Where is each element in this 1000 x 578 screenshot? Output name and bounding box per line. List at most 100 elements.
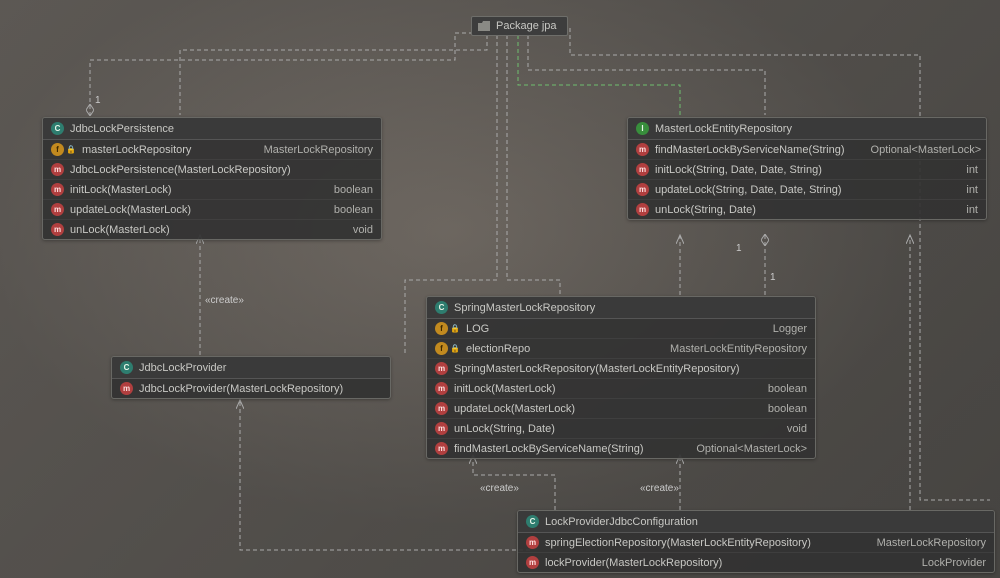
field-row: f🔒 electionRepo MasterLockEntityRepository: [427, 339, 815, 359]
member-name: JdbcLockPersistence(MasterLockRepository…: [70, 164, 373, 176]
method-icon: m: [636, 183, 649, 196]
member-type: Logger: [773, 323, 807, 335]
member-name: updateLock(MasterLock): [454, 403, 742, 415]
member-type: MasterLockRepository: [264, 144, 373, 156]
member-name: findMasterLockByServiceName(String): [655, 144, 845, 156]
method-icon: m: [435, 442, 448, 455]
method-row: mSpringMasterLockRepository(MasterLockEn…: [427, 359, 815, 379]
create-label: «create»: [205, 295, 244, 306]
method-icon: m: [51, 183, 64, 196]
method-icon: m: [120, 382, 133, 395]
method-icon: m: [435, 422, 448, 435]
method-row: m updateLock(String, Date, Date, String) i…: [628, 180, 986, 200]
member-type: LockProvider: [922, 557, 986, 569]
package-node[interactable]: Package jpa: [471, 16, 568, 36]
member-name: initLock(MasterLock): [70, 184, 308, 196]
member-type: void: [353, 224, 373, 236]
class-body: m springElectionRepository(MasterLockEnti…: [518, 533, 994, 572]
method-icon: m: [636, 203, 649, 216]
method-row: m updateLock(MasterLock) boolean: [427, 399, 815, 419]
class-jdbc-lock-persistence[interactable]: C JdbcLockPersistence f🔒masterLockReposi…: [42, 117, 382, 240]
member-type: MasterLockRepository: [877, 537, 986, 549]
lock-icon: 🔒: [450, 344, 460, 354]
class-title: SpringMasterLockRepository: [454, 302, 595, 314]
field-icon: f: [51, 143, 64, 156]
lock-icon: 🔒: [450, 324, 460, 334]
method-row: munLock(String, Date)int: [628, 200, 986, 219]
method-row: m findMasterLockByServiceName(String) Opti…: [427, 439, 815, 458]
class-header: C JdbcLockPersistence: [43, 118, 381, 140]
member-name: SpringMasterLockRepository(MasterLockEnt…: [454, 363, 807, 375]
method-row: m unLock(String, Date) void: [427, 419, 815, 439]
multiplicity-label: 1: [770, 272, 776, 283]
member-type: int: [966, 204, 978, 216]
class-header: C LockProviderJdbcConfiguration: [518, 511, 994, 533]
class-icon: C: [51, 122, 64, 135]
method-icon: m: [51, 223, 64, 236]
package-label: Package jpa: [496, 20, 557, 32]
field-icon: f: [435, 342, 448, 355]
class-icon: C: [435, 301, 448, 314]
class-body: m findMasterLockByServiceName(String) Opti…: [628, 140, 986, 219]
member-type: boolean: [768, 403, 807, 415]
member-name: JdbcLockProvider(MasterLockRepository): [139, 383, 382, 395]
method-row: m lockProvider(MasterLockRepository) LockP…: [518, 553, 994, 572]
field-row: f🔒 LOG Logger: [427, 319, 815, 339]
member-type: MasterLockEntityRepository: [670, 343, 807, 355]
method-row: m initLock(MasterLock) boolean: [427, 379, 815, 399]
multiplicity-label: 1: [736, 243, 742, 254]
member-type: void: [787, 423, 807, 435]
class-lock-provider-jdbc-configuration[interactable]: C LockProviderJdbcConfiguration m springE…: [517, 510, 995, 573]
create-label: «create»: [480, 483, 519, 494]
method-row: m springElectionRepository(MasterLockEnti…: [518, 533, 994, 553]
method-icon: m: [636, 143, 649, 156]
member-name: initLock(String, Date, Date, String): [655, 164, 940, 176]
member-name: updateLock(String, Date, Date, String): [655, 184, 940, 196]
interface-master-lock-entity-repository[interactable]: I MasterLockEntityRepository m findMaster…: [627, 117, 987, 220]
interface-icon: I: [636, 122, 649, 135]
method-icon: m: [51, 203, 64, 216]
multiplicity-label: 1: [95, 95, 101, 106]
class-body: f🔒masterLockRepositoryMasterLockReposito…: [43, 140, 381, 239]
class-body: f🔒 LOG Logger f🔒 electionRepo MasterLockEntit…: [427, 319, 815, 458]
class-spring-master-lock-repository[interactable]: C SpringMasterLockRepository f🔒 LOG Logger…: [426, 296, 816, 459]
class-jdbc-lock-provider[interactable]: C JdbcLockProvider m JdbcLockProvider(Mas…: [111, 356, 391, 399]
member-name: findMasterLockByServiceName(String): [454, 443, 670, 455]
method-icon: m: [435, 382, 448, 395]
method-row: m unLock(MasterLock) void: [43, 220, 381, 239]
field-icon: f: [435, 322, 448, 335]
class-title: LockProviderJdbcConfiguration: [545, 516, 698, 528]
class-title: MasterLockEntityRepository: [655, 123, 792, 135]
member-name: unLock(String, Date): [454, 423, 761, 435]
class-icon: C: [120, 361, 133, 374]
member-name: unLock(MasterLock): [70, 224, 327, 236]
method-icon: m: [636, 163, 649, 176]
method-row: m JdbcLockProvider(MasterLockRepository): [112, 379, 390, 398]
member-type: Optional<MasterLock>: [871, 144, 982, 156]
method-icon: m: [526, 556, 539, 569]
member-type: boolean: [334, 184, 373, 196]
method-row: minitLock(String, Date, Date, String)int: [628, 160, 986, 180]
member-name: updateLock(MasterLock): [70, 204, 308, 216]
class-header: C SpringMasterLockRepository: [427, 297, 815, 319]
member-name: springElectionRepository(MasterLockEntit…: [545, 537, 851, 549]
member-type: int: [966, 184, 978, 196]
member-type: Optional<MasterLock>: [696, 443, 807, 455]
member-name: lockProvider(MasterLockRepository): [545, 557, 896, 569]
member-name: initLock(MasterLock): [454, 383, 742, 395]
method-row: m findMasterLockByServiceName(String) Opti…: [628, 140, 986, 160]
method-icon: m: [435, 402, 448, 415]
create-label: «create»: [640, 483, 679, 494]
class-header: C JdbcLockProvider: [112, 357, 390, 379]
class-icon: C: [526, 515, 539, 528]
member-name: electionRepo: [466, 343, 644, 355]
lock-icon: 🔒: [66, 145, 76, 155]
member-type: boolean: [768, 383, 807, 395]
method-row: m initLock(MasterLock) boolean: [43, 180, 381, 200]
member-name: LOG: [466, 323, 747, 335]
class-header: I MasterLockEntityRepository: [628, 118, 986, 140]
method-row: mJdbcLockPersistence(MasterLockRepositor…: [43, 160, 381, 180]
method-icon: m: [526, 536, 539, 549]
class-title: JdbcLockProvider: [139, 362, 226, 374]
member-type: boolean: [334, 204, 373, 216]
